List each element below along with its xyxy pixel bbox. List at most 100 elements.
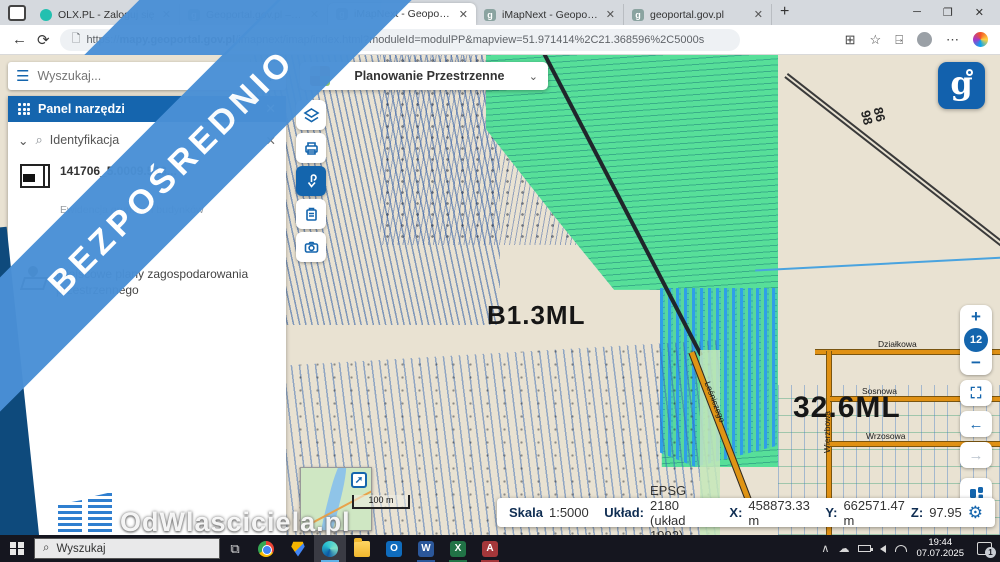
map-search-bar[interactable]: ☰ ⌕ ⋮ [8,62,286,90]
edge-icon [322,541,338,557]
tools-panel-body: Panel narzędzi ✕ ⌄ ⌕ Identyfikacja ✕ 141… [8,96,286,555]
address-bar[interactable]: 🗋 https://mapy.geoportal.gov.pl/imapnext… [60,29,740,51]
outlook-app-button[interactable]: O [378,535,410,562]
more-menu-icon[interactable]: ⋯ [946,32,959,48]
minimize-button[interactable]: ─ [913,6,921,19]
printer-icon [303,140,320,157]
history-back-button[interactable]: ← [960,411,992,437]
tab-geoportal-home[interactable]: g geoportal.gov.pl ✕ [624,4,772,25]
chrome-icon [258,541,274,557]
close-window-button[interactable]: ✕ [975,6,984,19]
fullscreen-button[interactable]: ⛶ [960,380,992,406]
taskbar-clock[interactable]: 19:44 07.07.2025 [916,538,964,560]
zone-label-b13ml: B1.3ML [487,300,585,331]
tab-close-icon[interactable]: ✕ [606,8,615,21]
zoom-out-button[interactable]: − [960,355,992,371]
identify-close-icon[interactable]: ✕ [266,133,276,148]
screenshot-button[interactable] [296,232,326,262]
battery-icon[interactable] [858,545,871,552]
search-input[interactable] [37,69,240,83]
collections-icon[interactable]: ⍈ [895,32,903,48]
geoportal-favicon: g [188,9,200,21]
tab-close-icon[interactable]: ✕ [459,8,468,21]
identify-hand-icon [303,173,320,190]
panel-close-icon[interactable]: ✕ [265,101,276,117]
result-item-parcel[interactable]: 141706_5.0009.513... Ewidencja gruntów i… [8,156,286,258]
dots-menu-icon[interactable]: ⋮ [264,68,278,84]
layers-icon [303,107,320,124]
url-text: https://mapy.geoportal.gov.pl/imapnext/i… [86,34,704,46]
tab-close-icon[interactable]: ✕ [754,8,763,21]
excel-icon: X [450,541,466,557]
task-view-button[interactable]: ⧉ [220,541,250,557]
back-icon[interactable]: ← [12,31,27,48]
notification-center-icon[interactable]: 1 [977,542,992,555]
tab-imapnext-2[interactable]: g iMapNext - Geoportal ✕ [476,4,624,25]
tab-search-icon[interactable] [8,5,26,21]
favorite-star-icon[interactable]: ☆ [870,32,882,48]
access-app-button[interactable]: A [474,535,506,562]
scale-bar: 100 m [352,495,410,509]
maximize-button[interactable]: ❐ [943,6,953,19]
page-info-icon[interactable]: 🗋 [72,30,81,49]
parcel-numbers: 86 98 [859,106,888,126]
identify-tool-row[interactable]: ⌄ ⌕ Identyfikacja ✕ [8,122,286,156]
tab-olx[interactable]: OLX.PL - Zaloguj się ✕ [32,4,180,25]
reload-icon[interactable]: ⟳ [37,31,50,49]
zoom-control: + 12 − [960,305,992,375]
settings-gear-icon[interactable]: ⚙ [968,503,983,523]
start-button[interactable] [0,542,34,556]
history-forward-button[interactable]: → [960,442,992,468]
geoportal-favicon: g [484,9,496,21]
word-app-button[interactable]: W [410,535,442,562]
outlook-icon: O [386,541,402,557]
tab-geoportal-info[interactable]: g Geoportal.gov.pl – Geoportal Inf ✕ [180,4,328,25]
explorer-app-button[interactable] [346,535,378,562]
geoportal-logo[interactable]: g [938,62,985,109]
new-tab-button[interactable]: + [780,3,789,21]
tab-close-icon[interactable]: ✕ [310,8,319,21]
zoom-in-button[interactable]: + [960,309,992,325]
search-icon[interactable]: ⌕ [249,68,256,84]
result-item-plan[interactable]: Miejscowe plany zagospodarowania przestr… [8,258,286,306]
layers-button[interactable] [296,100,326,130]
plan-label: Miejscowe plany zagospodarowania przestr… [56,266,274,298]
menu-icon[interactable]: ☰ [16,67,29,85]
profile-avatar[interactable] [917,32,932,47]
chevron-down-icon: ⌄ [529,70,538,83]
taskbar-search-placeholder: Wyszukaj [56,543,105,555]
tools-panel: ☰ ⌕ ⋮ Panel narzędzi ✕ ⌄ ⌕ Identyfikacja… [8,62,286,555]
copilot-icon[interactable] [973,32,988,47]
clipboard-button[interactable] [296,199,326,229]
tray-chevron-icon[interactable]: ∧ [821,542,829,555]
speaker-icon[interactable] [880,545,886,553]
x-value: 458873.33 m [748,498,809,528]
module-selector[interactable]: Planowanie Przestrzenne ⌄ [300,62,548,90]
zoom-level-badge: 12 [964,328,988,352]
tools-panel-header: Panel narzędzi ✕ [8,96,286,122]
minimap-river [316,467,349,531]
tab-close-icon[interactable]: ✕ [162,8,171,21]
time-text: 19:44 [916,538,964,549]
tab-title: Geoportal.gov.pl – Geoportal Inf [206,9,304,21]
minimap-expand-icon[interactable]: ➚ [351,472,367,488]
print-button[interactable] [296,133,326,163]
edge-app-button[interactable] [314,535,346,562]
chevron-down-icon[interactable]: ⌄ [18,133,28,148]
parcel-id: 141706_5.0009.513... [60,164,204,202]
excel-app-button[interactable]: X [442,535,474,562]
onedrive-cloud-icon[interactable]: ☁ [838,542,849,555]
browser-chrome: OLX.PL - Zaloguj się ✕ g Geoportal.gov.p… [0,0,1000,55]
taskbar-search[interactable]: ⌕ Wyszukaj [34,538,220,559]
tab-imapnext-active[interactable]: g iMapNext - Geoportal ✕ [328,3,476,25]
split-screen-icon[interactable]: ⊞ [845,32,856,48]
maps-app-button[interactable] [282,535,314,562]
wifi-icon[interactable] [895,545,907,552]
identify-button[interactable] [296,166,326,196]
geoportal-favicon: g [632,9,644,21]
module-thumbnail-icon [310,66,330,86]
olx-favicon [40,9,52,21]
chrome-app-button[interactable] [250,535,282,562]
windows-logo-icon [10,542,24,556]
parcel-source: Ewidencja gruntów i budynków [60,204,204,250]
